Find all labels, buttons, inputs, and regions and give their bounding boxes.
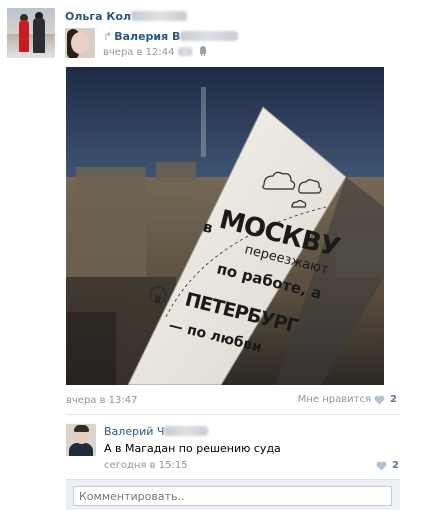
comment-time[interactable]: сегодня в 15:15: [104, 460, 188, 471]
avatar-hair: [74, 425, 89, 432]
avatar-body: [69, 443, 93, 456]
comment-like-button[interactable]: 2: [376, 460, 399, 471]
comment-text: А в Магадан по решению суда: [104, 442, 281, 455]
redacted-surname: [131, 11, 187, 21]
repost-time-text[interactable]: вчера в 12:44: [103, 47, 175, 58]
photo-light-beam: [201, 87, 206, 157]
author-last-name-start: Кол: [106, 10, 131, 23]
comment-author-link[interactable]: Валерий Ч: [104, 425, 209, 438]
comment-box: [66, 479, 400, 510]
heart-icon: [374, 395, 385, 404]
avatar-bg-ground: [7, 34, 55, 58]
post-photo[interactable]: в МОСКВУ переезжают по работе, а в ПЕТЕР…: [66, 67, 384, 385]
like-label: Мне нравится: [297, 394, 372, 405]
author-name-link[interactable]: Ольга Кол: [65, 10, 187, 23]
avatar-figure-dark: [33, 18, 45, 53]
redacted-text: [177, 47, 192, 56]
comment-author-avatar[interactable]: [66, 424, 96, 456]
repost-avatar[interactable]: [65, 28, 95, 58]
redacted-surname: [180, 31, 239, 41]
repost-source-name: Валерия В: [114, 30, 181, 43]
comment-like-count: 2: [392, 460, 399, 471]
repost-source-link[interactable]: ↱ Валерия В: [103, 30, 239, 43]
avatar-figure-red: [19, 20, 29, 52]
android-icon: [199, 46, 206, 56]
comments-divider: [66, 414, 400, 415]
redacted-surname: [164, 426, 209, 436]
comment-author-name: Валерий Ч: [104, 425, 165, 438]
avatar-face: [71, 32, 89, 54]
avatar-bg-sky: [7, 8, 55, 34]
repost-time: вчера в 12:44: [103, 46, 207, 58]
author-first-name: Ольга: [65, 10, 103, 23]
repost-arrow-icon: ↱: [103, 30, 113, 43]
comment-input[interactable]: [73, 486, 392, 506]
post-date[interactable]: вчера в 13:47: [66, 395, 138, 406]
post-like-button[interactable]: Мне нравится 2: [298, 394, 397, 405]
author-avatar[interactable]: [7, 8, 55, 58]
heart-icon: [376, 461, 387, 470]
like-count: 2: [390, 394, 397, 405]
